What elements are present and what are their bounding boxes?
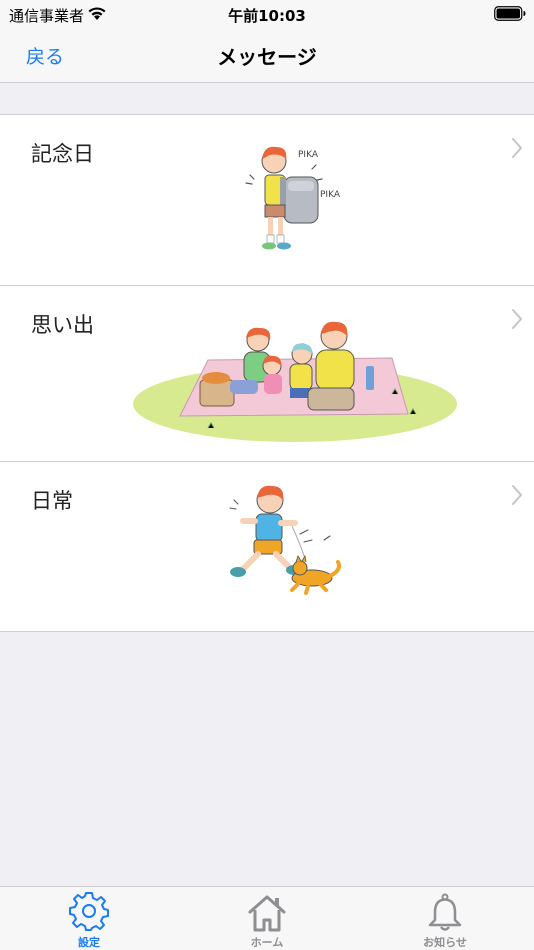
screen: 通信事業者 午前10:03 戻る メッセージ 記念日 PIKA PIKA 思い出… [0,0,534,950]
status-time: 午前10:03 [228,7,306,25]
tab-home[interactable]: ホーム [178,887,356,950]
gear-icon [69,892,109,931]
svg-text:PIKA: PIKA [320,190,341,200]
list-item-memories[interactable]: 思い出 [0,285,534,461]
message-category-list: 記念日 PIKA PIKA 思い出 日常 [0,114,534,632]
status-bar: 通信事業者 午前10:03 [0,0,534,28]
list-item-label: 記念日 [31,142,94,166]
list-item-anniversary[interactable]: 記念日 PIKA PIKA [0,115,534,285]
chevron-right-icon [512,138,522,158]
tab-label: お知らせ [423,936,467,949]
tab-notifications[interactable]: お知らせ [356,887,534,950]
tab-bar: 設定 ホーム お知らせ [0,886,534,950]
navigation-bar: 戻る メッセージ [0,28,534,83]
chevron-right-icon [512,309,522,329]
tab-label: 設定 [78,936,100,949]
chevron-right-icon [512,485,522,505]
battery-icon [494,6,526,21]
svg-text:PIKA: PIKA [298,150,319,160]
home-icon [248,895,286,932]
list-item-label: 思い出 [31,313,94,337]
list-item-label: 日常 [31,489,73,513]
child-running-with-cat-illustration [229,485,341,595]
tab-label: ホーム [250,936,284,949]
child-with-backpack-illustration: PIKA PIKA [245,146,341,250]
list-item-daily-life[interactable]: 日常 [0,461,534,631]
tab-settings[interactable]: 設定 [0,887,178,950]
family-picnic-illustration [133,321,457,442]
page-title: メッセージ [217,45,317,69]
bell-icon [428,893,462,931]
